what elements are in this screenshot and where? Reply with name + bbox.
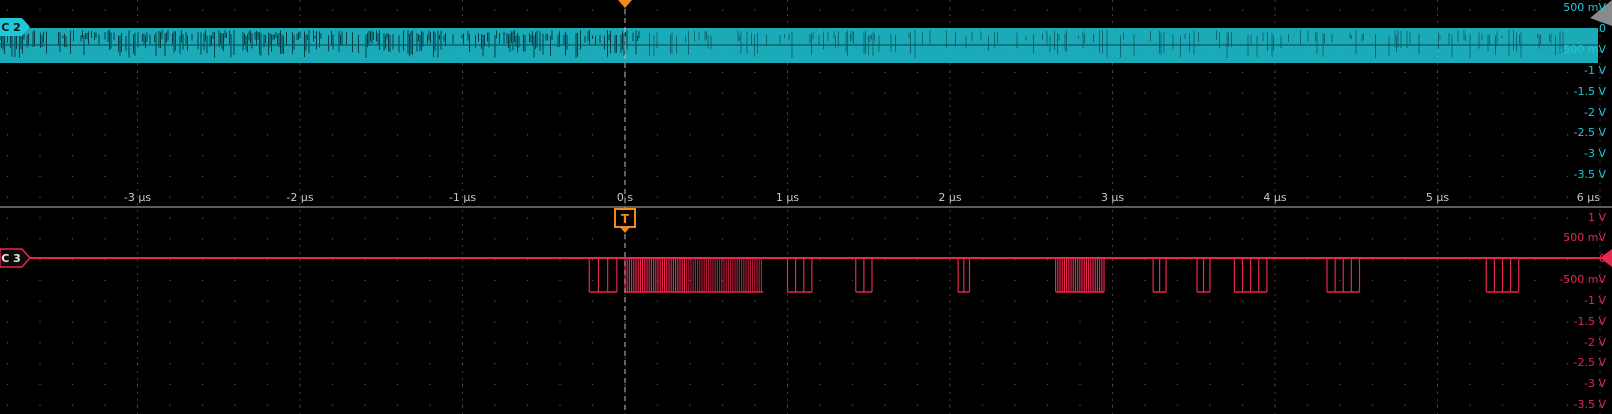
c3-y-tick-label: 500 mV [1563, 231, 1606, 244]
time-tick-label: 4 µs [1263, 191, 1286, 204]
waveform-c2 [0, 28, 1598, 63]
time-tick-label: 3 µs [1101, 191, 1124, 204]
c3-y-tick-label: -1 V [1584, 294, 1606, 307]
c2-y-tick-label: -2 V [1584, 106, 1606, 119]
c3-y-tick-label: -3 V [1584, 377, 1606, 390]
c3-y-tick-label: -2 V [1584, 336, 1606, 349]
c3-y-tick-label: -1.5 V [1574, 315, 1607, 328]
trigger-label: T [621, 212, 630, 226]
time-tick-label: -3 µs [124, 191, 151, 204]
oscilloscope-display[interactable]: -3 µs -2 µs -1 µs 0 s1 µs 2 µs 3 µs 4 µs 5 µs 6 … [0, 0, 1612, 414]
time-tick-label: 2 µs [938, 191, 961, 204]
time-tick-label: 1 µs [776, 191, 799, 204]
c3-y-tick-label: -2.5 V [1574, 356, 1607, 369]
c3-y-tick-label: -3.5 V [1574, 398, 1607, 411]
c2-y-tick-label: -1.5 V [1574, 85, 1607, 98]
c2-y-tick-label: 500 mV [1563, 1, 1606, 14]
time-tick-label: 6 µs [1577, 191, 1600, 204]
c2-y-tick-label: 0 [1599, 22, 1606, 35]
time-tick-label: 5 µs [1426, 191, 1449, 204]
c3-y-tick-label: -500 mV [1559, 273, 1606, 286]
c2-y-tick-label: -2.5 V [1574, 126, 1607, 139]
c2-y-tick-label: -1 V [1584, 64, 1606, 77]
channel-c3-label: C 3 [1, 252, 21, 265]
c2-y-tick-label: -500 mV [1559, 43, 1606, 56]
c3-y-tick-label: 1 V [1588, 211, 1606, 224]
c2-y-tick-label: -3.5 V [1574, 168, 1607, 181]
c2-y-tick-label: -3 V [1584, 147, 1606, 160]
time-tick-label: -1 µs [449, 191, 476, 204]
c3-y-tick-label: 0 [1599, 252, 1606, 265]
channel-c2-label: C 2 [1, 21, 21, 34]
time-tick-label: -2 µs [286, 191, 313, 204]
